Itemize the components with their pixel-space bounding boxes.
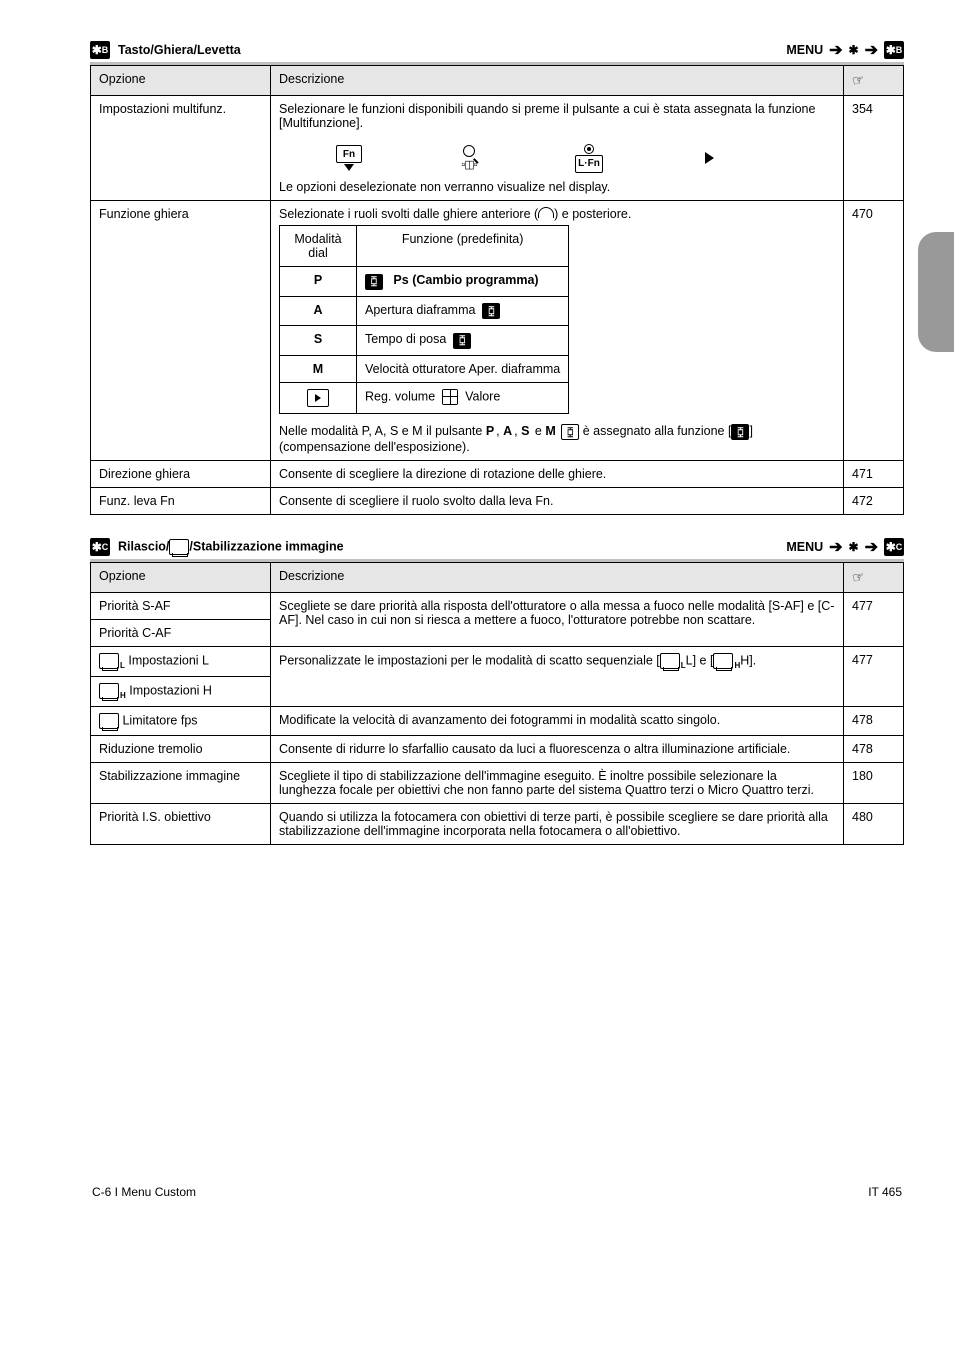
nav-menu-label: MENU [786, 43, 823, 57]
page-footer: C-6 I Menu Custom IT 465 [90, 1185, 904, 1199]
dial-inner-table: Modalità dialFunzione (predefinita) P⧮ P… [279, 225, 569, 414]
section-c-title: Rilascio//Stabilizzazione immagine [118, 539, 344, 555]
ref-page: 478 [844, 706, 904, 735]
hand-icon: ☞ [851, 568, 866, 587]
grid-icon [442, 389, 458, 405]
ref-page: 478 [844, 735, 904, 762]
opt-label: Stabilizzazione immagine [91, 762, 271, 803]
ev-icon: ⧮ [731, 424, 749, 440]
ev-icon: ⧮ [365, 274, 383, 290]
col-option: Opzione [91, 563, 271, 593]
table-row: Funz. leva Fn Consente di scegliere il r… [91, 488, 904, 515]
arrow-icon: ➔ [865, 40, 878, 60]
drive-icon [169, 539, 189, 555]
ref-page: 180 [844, 762, 904, 803]
drive-l-icon [660, 653, 680, 669]
arrow-icon: ➔ [829, 40, 842, 60]
table-row: Priorità I.S. obiettivo Quando si utiliz… [91, 803, 904, 844]
ref-page: 470 [844, 201, 904, 461]
col-desc: Descrizione [271, 66, 844, 96]
side-tab [918, 232, 954, 352]
section-c-head: ✱C Rilascio//Stabilizzazione immagine ME… [90, 537, 904, 562]
opt-desc: Personalizzate le impostazioni per le mo… [271, 647, 844, 707]
drive-l-icon [99, 653, 119, 669]
ev-icon: ⧮ [482, 303, 500, 319]
drive-icon [99, 713, 119, 729]
opt-label: Priorità S-AF Priorità C-AF [91, 593, 271, 647]
table-b: Opzione Descrizione ☞ Impostazioni multi… [90, 65, 904, 515]
ref-page: 477 [844, 647, 904, 707]
opt-label: Riduzione tremolio [91, 735, 271, 762]
opt-desc: Consente di scegliere il ruolo svolto da… [271, 488, 844, 515]
ref-page: 477 [844, 593, 904, 647]
col-ref: ☞ [844, 66, 904, 96]
col-desc: Descrizione [271, 563, 844, 593]
table-row: Priorità S-AF Priorità C-AF Scegliete se… [91, 593, 904, 647]
opt-desc: Consente di scegliere la direzione di ro… [271, 461, 844, 488]
opt-label: Limitatore fps [91, 706, 271, 735]
table-row: Impostazioni multifunz. Selezionare le f… [91, 96, 904, 201]
lfn-box-icon: L·Fn [575, 155, 603, 173]
dial-icon [538, 207, 554, 218]
table-row: Direzione ghiera Consente di scegliere l… [91, 461, 904, 488]
ev-icon: ⧮ [453, 333, 471, 349]
footer-left: C-6 I Menu Custom [92, 1185, 196, 1199]
footer-right: IT 465 [868, 1185, 902, 1199]
opt-desc: Modificate la velocità di avanzamento de… [271, 706, 844, 735]
arrow-icon: ➔ [865, 537, 878, 557]
rec-icon [584, 144, 594, 154]
table-row: Funzione ghiera Selezionate i ruoli svol… [91, 201, 904, 461]
badge-b-icon: ✱B [90, 41, 110, 59]
fn-box-icon: Fn [336, 145, 362, 163]
table-row: Stabilizzazione immagine Scegliete il ti… [91, 762, 904, 803]
ref-page: 472 [844, 488, 904, 515]
opt-desc: Quando si utilizza la fotocamera con obi… [271, 803, 844, 844]
badge-b-icon: ✱B [884, 41, 904, 59]
ref-page: 471 [844, 461, 904, 488]
badge-c-icon: ✱C [884, 538, 904, 556]
table-row: Limitatore fps Modificate la velocità di… [91, 706, 904, 735]
opt-label: Funz. leva Fn [91, 488, 271, 515]
magnify-icon [463, 145, 475, 157]
ev-outline-icon: ⧮ [561, 424, 579, 440]
opt-label: Funzione ghiera [91, 201, 271, 461]
table-row: Riduzione tremolio Consente di ridurre l… [91, 735, 904, 762]
play-icon [705, 152, 714, 164]
opt-desc: Scegliete se dare priorità alla risposta… [271, 593, 844, 647]
section-b-title: Tasto/Ghiera/Levetta [118, 43, 241, 57]
gear-icon: ✱ [849, 43, 859, 57]
opt-desc: Selezionate i ruoli svolti dalle ghiere … [271, 201, 844, 461]
badge-c-icon: ✱C [90, 538, 110, 556]
ref-page: 354 [844, 96, 904, 201]
table-c: Opzione Descrizione ☞ Priorità S-AF Prio… [90, 562, 904, 845]
gear-icon: ✱ [849, 540, 859, 554]
arrow-icon: ➔ [829, 537, 842, 557]
col-option: Opzione [91, 66, 271, 96]
col-ref: ☞ [844, 563, 904, 593]
opt-desc: Selezionare le funzioni disponibili quan… [271, 96, 844, 201]
table-row: L Impostazioni L H Impostazioni H Person… [91, 647, 904, 707]
opt-label: Impostazioni multifunz. [91, 96, 271, 201]
opt-desc: Consente di ridurre lo sfarfallio causat… [271, 735, 844, 762]
ref-page: 480 [844, 803, 904, 844]
section-b-head: ✱B Tasto/Ghiera/Levetta MENU ➔ ✱ ➔ ✱B [90, 40, 904, 65]
opt-label: Direzione ghiera [91, 461, 271, 488]
hand-icon: ☞ [851, 71, 866, 90]
opt-label: L Impostazioni L H Impostazioni H [91, 647, 271, 707]
opt-desc: Scegliete il tipo di stabilizzazione del… [271, 762, 844, 803]
playback-mode-icon [307, 389, 329, 407]
nav-menu-label: MENU [786, 540, 823, 554]
tri-down-icon [344, 164, 354, 171]
drive-h-icon [99, 683, 119, 699]
drive-h-icon [713, 653, 733, 669]
opt-label: Priorità I.S. obiettivo [91, 803, 271, 844]
